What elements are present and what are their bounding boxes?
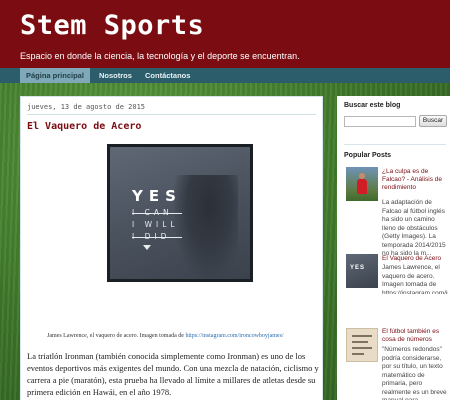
popular-post-title-1[interactable]: ¿La culpa es de Falcao? - Análisis de re… bbox=[382, 168, 448, 192]
popular-post-thumbnail-2[interactable]: YES bbox=[346, 254, 378, 288]
thumbnail-text-line bbox=[352, 341, 368, 343]
strike-line-3 bbox=[132, 237, 182, 238]
athlete-silhouette bbox=[174, 175, 238, 279]
tab-about[interactable]: Nosotros bbox=[93, 68, 138, 83]
popular-post-snippet-1: La adaptación de Falcao al fútbol inglés… bbox=[382, 199, 446, 257]
popular-post-thumbnail-1[interactable] bbox=[346, 167, 378, 201]
popular-post-snippet-2: James Lawrence, el vaquero de acero. Ima… bbox=[382, 264, 448, 294]
search-button[interactable]: Buscar bbox=[419, 115, 447, 127]
popular-post-title-3[interactable]: El fútbol también es cosa de números bbox=[382, 328, 448, 344]
sidebar-divider bbox=[344, 144, 446, 145]
popular-post-snippet-3: "Números redondos" podría considerarse, … bbox=[382, 346, 447, 400]
tab-contact[interactable]: Contáctanos bbox=[139, 68, 196, 83]
post-container: jueves, 13 de agosto de 2015 El Vaquero … bbox=[20, 96, 323, 400]
post-image-artwork: YES I CAN I WILL I DID bbox=[110, 147, 250, 279]
post-date: jueves, 13 de agosto de 2015 bbox=[27, 103, 146, 111]
image-headline: YES bbox=[132, 187, 182, 205]
site-title[interactable]: Stem Sports bbox=[20, 10, 204, 41]
post-image[interactable]: YES I CAN I WILL I DID bbox=[107, 144, 253, 282]
post-body: La triatlón Ironman (también conocida si… bbox=[27, 351, 319, 397]
blog-header: Stem Sports Espacio en donde la ciencia,… bbox=[0, 0, 450, 68]
search-input[interactable] bbox=[344, 116, 416, 127]
player-shirt-shape bbox=[357, 179, 367, 194]
popular-post-thumbnail-3[interactable] bbox=[346, 328, 378, 362]
image-caption: James Lawrence, el vaquero de acero. Ima… bbox=[47, 333, 307, 339]
post-title[interactable]: El Vaquero de Acero bbox=[27, 121, 141, 132]
popular-posts-title: Popular Posts bbox=[344, 152, 392, 159]
caption-link[interactable]: https://instagram.com/ironcowboyjames/ bbox=[185, 333, 283, 339]
nav-tabs: Página principal Nosotros Contáctanos bbox=[0, 68, 450, 83]
image-line-2: I WILL bbox=[132, 220, 179, 229]
thumbnail-text-line bbox=[352, 347, 372, 349]
caption-text: James Lawrence, el vaquero de acero. Ima… bbox=[47, 333, 186, 339]
thumbnail-text-line bbox=[352, 353, 364, 355]
thumbnail-text-line bbox=[352, 335, 372, 337]
sidebar: Buscar este blog Buscar Popular Posts ¿L… bbox=[337, 96, 450, 400]
strike-line-1 bbox=[132, 213, 182, 214]
site-description: Espacio en donde la ciencia, la tecnolog… bbox=[20, 51, 300, 61]
thumbnail-yes-text: YES bbox=[350, 265, 366, 271]
chevron-down-icon bbox=[143, 245, 151, 250]
search-title: Buscar este blog bbox=[344, 102, 401, 109]
date-divider bbox=[27, 114, 316, 115]
tab-home[interactable]: Página principal bbox=[20, 68, 90, 83]
popular-post-title-2[interactable]: El Vaquero de Acero bbox=[382, 255, 448, 263]
